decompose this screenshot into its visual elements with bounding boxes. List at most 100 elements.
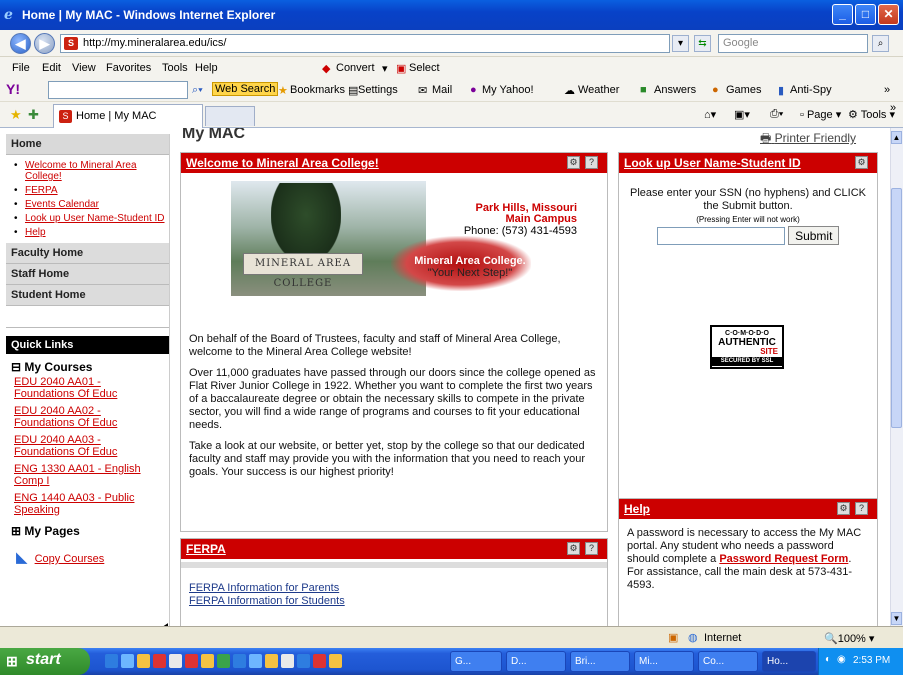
lookup-title[interactable]: Look up User Name-Student ID [624,156,801,170]
my-pages-header[interactable]: ⊞ My Pages [6,522,169,540]
quicklaunch-icon[interactable] [137,654,150,668]
menu-edit[interactable]: Edit [42,62,61,74]
start-button[interactable]: ⊞ start [0,648,90,675]
menu-view[interactable]: View [72,62,96,74]
expand-icon[interactable]: ⊞ [11,524,21,538]
welcome-title[interactable]: Welcome to Mineral Area College! [186,156,379,170]
portlet-help-icon[interactable]: ? [585,542,598,555]
quicklaunch-icon[interactable] [281,654,294,668]
ferpa-title[interactable]: FERPA [186,542,226,556]
quicklaunch-icon[interactable] [105,654,118,668]
new-tab-button[interactable] [205,106,255,126]
portlet-settings-icon[interactable]: ⚙ [837,502,850,515]
quicklaunch-icon[interactable] [265,654,278,668]
quicklaunch-icon[interactable] [233,654,246,668]
quicklaunch-icon[interactable] [153,654,166,668]
course-link[interactable]: EDU 2040 AA01 - Foundations Of Educ [6,376,169,400]
scroll-down-icon[interactable]: ▼ [891,612,902,625]
taskbar-item[interactable]: D... [506,651,566,672]
course-link[interactable]: ENG 1330 AA01 - English Comp I [6,463,169,487]
yahoo-logo-icon[interactable]: Y! [6,81,20,97]
nav-staff-home[interactable]: Staff Home [6,264,169,285]
my-courses-header[interactable]: ⊟ My Courses [6,358,169,376]
select-button[interactable]: Select [409,62,440,74]
tab-home-my-mac[interactable]: S Home | My MAC [53,104,203,128]
link-welcome[interactable]: Welcome to Mineral Area College! [14,160,169,182]
back-button[interactable]: ◀ [10,33,31,54]
print-icon[interactable]: ⎙▾ [770,108,783,121]
ssn-input[interactable] [657,226,785,245]
link-events-calendar[interactable]: Events Calendar [14,199,169,210]
link-help[interactable]: Help [14,227,169,238]
page-button[interactable]: ▫ Page ▾ [800,108,841,121]
password-request-link[interactable]: Password Request Form [719,553,848,565]
quicklaunch-icon[interactable] [249,654,262,668]
mail-button[interactable]: Mail [432,84,452,96]
magnifier-icon[interactable]: ⌕▾ [192,84,203,97]
quicklaunch-icon[interactable] [313,654,326,668]
tray-icon[interactable]: ◉ [837,654,846,665]
yahoo-search-input[interactable] [48,81,188,99]
quicklaunch-icon[interactable] [297,654,310,668]
tray-icon[interactable]: ◐ [825,654,831,665]
search-icon[interactable]: ⌕ [872,35,889,52]
scroll-up-icon[interactable]: ▲ [891,131,902,144]
answers-button[interactable]: Answers [654,84,696,96]
submit-button[interactable]: Submit [788,226,840,245]
tabbar-overflow-icon[interactable]: » [890,102,896,114]
taskbar-item[interactable]: Co... [698,651,758,672]
taskbar-item[interactable]: Mi... [634,651,694,672]
add-favorites-icon[interactable]: ✚ [28,107,39,123]
quicklaunch-icon[interactable] [169,654,182,668]
nav-student-home[interactable]: Student Home [6,285,169,306]
forward-button[interactable]: ▶ [34,33,55,54]
course-link[interactable]: ENG 1440 AA03 - Public Speaking [6,492,169,516]
bookmarks-button[interactable]: Bookmarks [290,84,345,96]
nav-home[interactable]: Home [6,134,169,155]
collapse-icon[interactable]: ⊟ [11,360,21,374]
copy-courses-item[interactable]: ◣ Copy Courses [6,540,169,566]
course-link[interactable]: EDU 2040 AA02 - Foundations Of Educ [6,405,169,429]
portlet-help-icon[interactable]: ? [585,156,598,169]
toolbar-overflow-icon[interactable]: » [884,84,890,96]
zoom-control[interactable]: 🔍100% ▾ [824,632,874,645]
my-yahoo-button[interactable]: My Yahoo! [482,84,534,96]
menu-file[interactable]: File [12,62,30,74]
help-title[interactable]: Help [624,502,650,516]
convert-button[interactable]: Convert [336,62,375,74]
chevron-down-icon[interactable]: ▾ [382,62,388,75]
menu-tools[interactable]: Tools [162,62,188,74]
settings-button[interactable]: Settings [358,84,398,96]
antispy-button[interactable]: Anti-Spy [790,84,832,96]
menu-help[interactable]: Help [195,62,218,74]
copy-courses-link[interactable]: Copy Courses [35,553,105,565]
quicklaunch-icon[interactable] [201,654,214,668]
portlet-help-icon[interactable]: ? [855,502,868,515]
close-button[interactable]: ✕ [878,4,899,25]
portlet-settings-icon[interactable]: ⚙ [567,542,580,555]
taskbar-item-active[interactable]: Ho... [762,651,816,672]
taskbar-item[interactable]: Bri... [570,651,630,672]
portlet-settings-icon[interactable]: ⚙ [855,156,868,169]
quicklaunch-icon[interactable] [185,654,198,668]
refresh-icon[interactable]: ⇆ [694,35,711,52]
home-icon[interactable]: ⌂▾ [704,108,716,121]
quicklaunch-icon[interactable] [329,654,342,668]
menu-favorites[interactable]: Favorites [106,62,151,74]
address-dropdown-icon[interactable]: ▾ [672,35,689,52]
maximize-button[interactable]: □ [855,4,876,25]
portlet-settings-icon[interactable]: ⚙ [567,156,580,169]
link-lookup-user[interactable]: Look up User Name-Student ID [14,213,169,224]
search-input[interactable]: Google [718,34,868,53]
feeds-icon[interactable]: ▣▾ [734,108,750,121]
comodo-seal[interactable]: C·O·M·O·D·O AUTHENTIC SITE SECURED BY SS… [710,325,784,369]
tools-button[interactable]: ⚙ Tools ▾ [848,108,895,121]
ferpa-students-link[interactable]: FERPA Information for Students [189,595,599,608]
nav-faculty-home[interactable]: Faculty Home [6,243,169,264]
quicklaunch-icon[interactable] [121,654,134,668]
weather-button[interactable]: Weather [578,84,619,96]
printer-friendly-link[interactable]: 🖶 Printer Friendly [760,129,856,150]
ferpa-parents-link[interactable]: FERPA Information for Parents [189,582,599,595]
favorites-star-icon[interactable]: ★ [10,107,22,123]
quicklaunch-icon[interactable] [217,654,230,668]
